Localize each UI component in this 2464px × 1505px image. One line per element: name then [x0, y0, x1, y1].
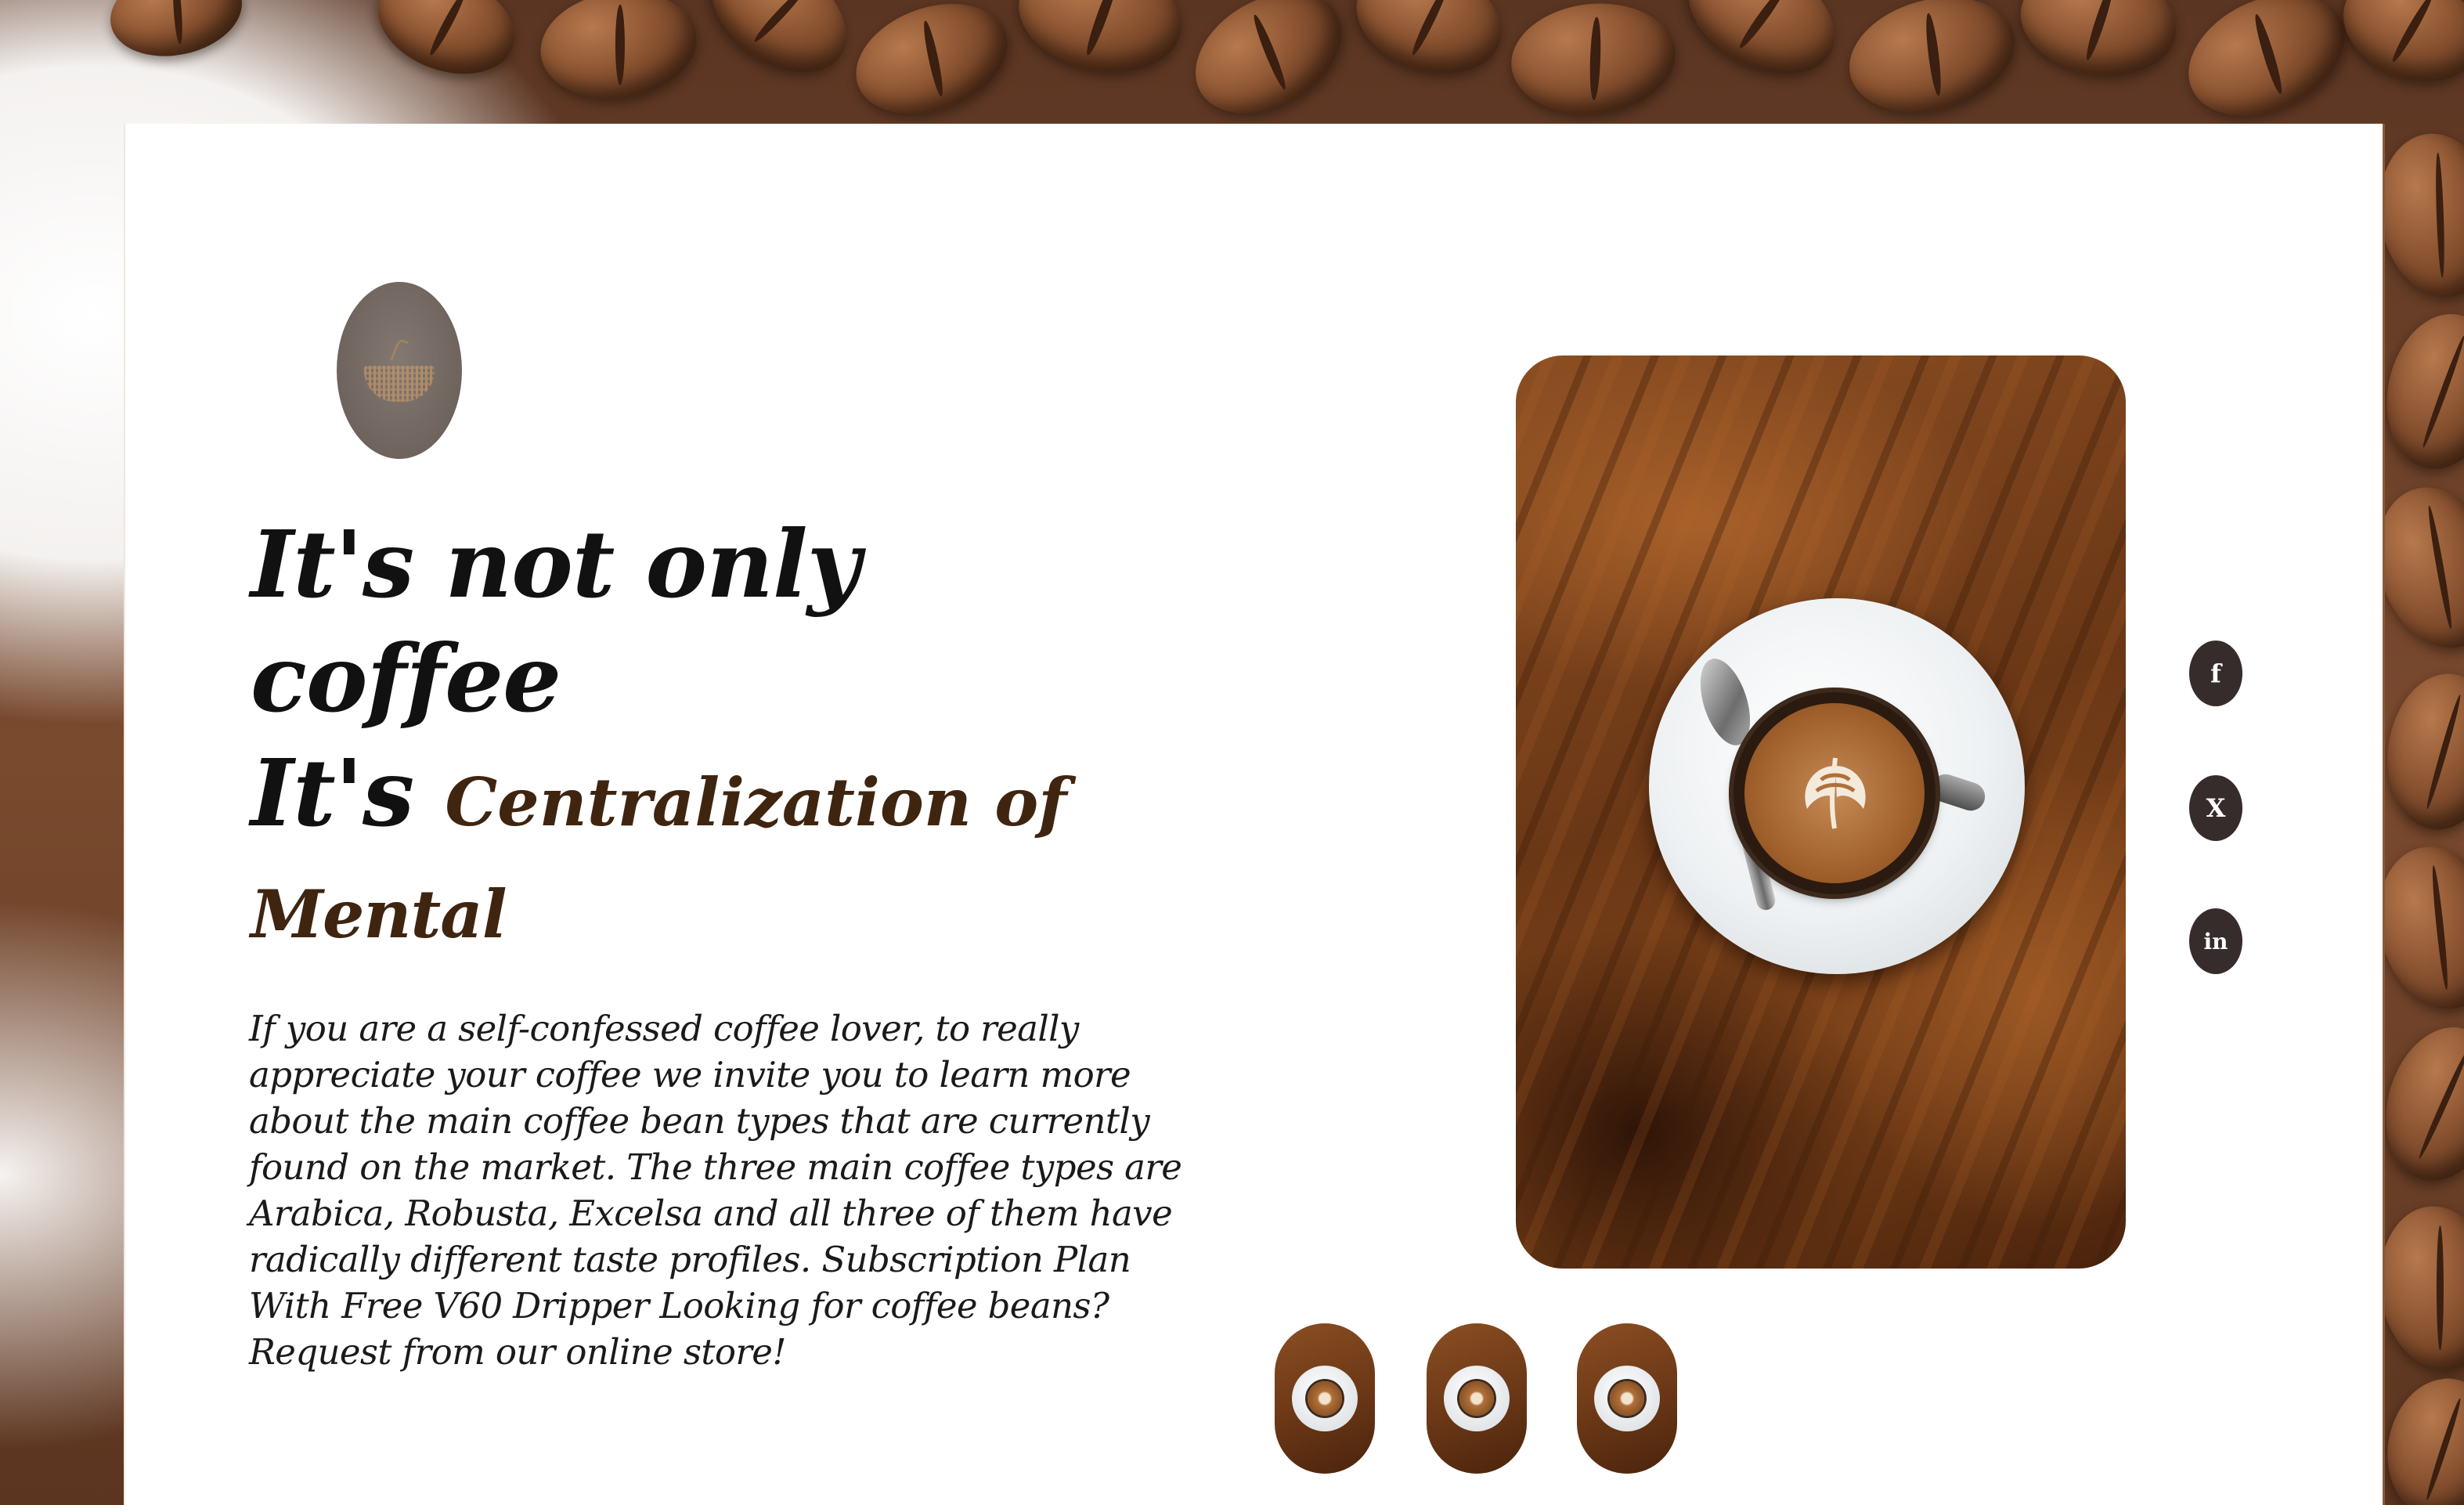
headline-line-3: It's Centralization of [251, 736, 1268, 860]
coffee-bean [2169, 0, 2365, 139]
headline-line-1: It's not only [251, 510, 860, 619]
intro-paragraph: If you are a self-confessed coffee lover… [249, 1008, 1182, 1373]
coffee-cup-logo-icon[interactable] [337, 282, 462, 459]
coffee-bean [1174, 0, 1363, 138]
coffee-bean [840, 0, 1023, 134]
coffee-bean [2327, 0, 2464, 101]
coffee-bean [2372, 303, 2464, 480]
thumbnail-saucer [1594, 1366, 1660, 1431]
thumbnail-saucer [1292, 1366, 1358, 1431]
page-title: It's not only coffee It's Centralization… [251, 507, 1268, 969]
logo-mark [364, 366, 435, 402]
thumbnail-1[interactable] [1275, 1323, 1375, 1474]
coffee-bean [1342, 0, 1516, 92]
hero-coffee-image [1516, 355, 2126, 1269]
thumbnail-saucer [1444, 1366, 1510, 1431]
headline-line-4: Mental [251, 875, 507, 953]
crema [1744, 703, 1925, 883]
coffee-bean [1008, 0, 1192, 87]
headline-line-2: coffee [251, 624, 561, 733]
coffee-bean [2011, 0, 2185, 88]
coffee-bean [533, 0, 704, 109]
latte-art-icon [1805, 758, 1866, 829]
thumbnail-cup-icon [1610, 1381, 1644, 1416]
thumbnail-cup-icon [1459, 1381, 1494, 1416]
thumbnail-cup-icon [1308, 1381, 1342, 1416]
coffee-bean [1506, 0, 1681, 122]
coffee-bean [2377, 666, 2464, 837]
coffee-bean [363, 0, 529, 92]
steam-icon [390, 337, 409, 364]
content-panel: It's not only coffee It's Centralization… [124, 124, 2385, 1505]
x-twitter-icon[interactable]: X [2189, 775, 2242, 841]
headline-lead: It's [251, 738, 414, 847]
thumbnail-2[interactable] [1427, 1323, 1527, 1474]
thumbnail-3[interactable] [1577, 1323, 1677, 1474]
headline-accent: Centralization of [445, 763, 1067, 841]
linkedin-icon[interactable]: in [2189, 908, 2242, 974]
coffee-bean [2376, 1370, 2464, 1505]
coffee-bean [1836, 0, 2028, 130]
coffee-bean [102, 0, 251, 68]
coffee-bean [690, 0, 868, 97]
coffee-cup [1733, 692, 1935, 894]
facebook-icon[interactable]: f [2189, 641, 2242, 706]
coffee-bean [1669, 0, 1855, 98]
